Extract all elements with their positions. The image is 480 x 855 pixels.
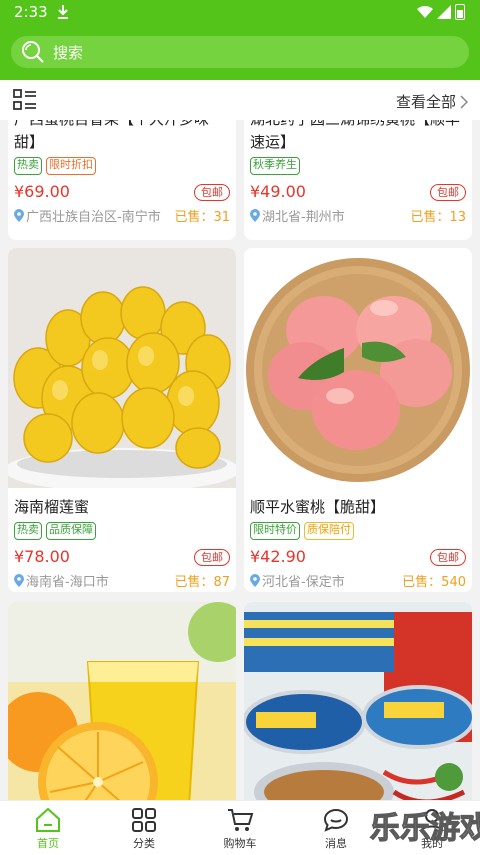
product-price: ¥42.90 bbox=[250, 547, 306, 566]
list-header: 查看全部 bbox=[0, 80, 480, 120]
product-tag: 秋季养生 bbox=[250, 157, 300, 175]
product-title: 湖北药子园三湖锦绣黄桃【顺丰速运】 bbox=[250, 120, 460, 151]
signal-icon bbox=[437, 5, 451, 19]
product-image bbox=[8, 602, 236, 800]
view-all-label: 查看全部 bbox=[395, 93, 456, 111]
svg-text:乐乐游戏: 乐乐游戏 bbox=[370, 811, 480, 846]
product-card[interactable]: 顺平水蜜桃【脆甜】 限时特价 质保陪付 ¥42.90 包邮 河北省-保定市 已售… bbox=[244, 248, 472, 592]
grid-icon bbox=[132, 808, 156, 832]
location-pin-icon bbox=[14, 209, 24, 222]
nav-tab-cart[interactable]: 购物车 bbox=[192, 801, 288, 855]
product-card[interactable] bbox=[244, 602, 472, 800]
free-shipping-badge: 包邮 bbox=[194, 549, 230, 566]
nav-label: 首页 bbox=[37, 837, 59, 850]
product-card[interactable] bbox=[8, 602, 236, 800]
product-price: ¥78.00 bbox=[14, 547, 70, 566]
product-title: 顺平水蜜桃【脆甜】 bbox=[250, 498, 386, 516]
product-sold-count: 已售：13 bbox=[410, 210, 466, 225]
search-input[interactable]: 搜索 bbox=[11, 36, 469, 68]
product-tag: 质保陪付 bbox=[304, 522, 354, 540]
nav-label: 购物车 bbox=[223, 837, 257, 850]
product-image bbox=[244, 602, 472, 800]
product-tag: 限时特价 bbox=[250, 522, 300, 540]
search-icon bbox=[22, 41, 44, 63]
cart-icon bbox=[228, 809, 254, 831]
product-card[interactable]: 广西蜜桃百香果【个大汁多味甜】 热卖 限时折扣 ¥69.00 包邮 广西壮族自治… bbox=[8, 120, 236, 240]
free-shipping-badge: 包邮 bbox=[430, 549, 466, 566]
product-sold-count: 已售：87 bbox=[174, 575, 230, 590]
product-tag: 热卖 bbox=[14, 522, 42, 540]
product-tags: 限时特价 质保陪付 bbox=[244, 522, 472, 540]
location-pin-icon bbox=[250, 209, 260, 222]
product-image bbox=[8, 248, 236, 488]
product-tags: 热卖 限时折扣 bbox=[8, 157, 236, 175]
product-tags: 热卖 品质保障 bbox=[8, 522, 236, 540]
product-price: ¥49.00 bbox=[250, 182, 306, 201]
product-card[interactable]: 湖北药子园三湖锦绣黄桃【顺丰速运】 秋季养生 ¥49.00 包邮 湖北省-荆州市… bbox=[244, 120, 472, 240]
location-pin-icon bbox=[250, 574, 260, 587]
product-sold-count: 已售：540 bbox=[402, 575, 466, 590]
chevron-right-icon bbox=[460, 94, 468, 109]
free-shipping-badge: 包邮 bbox=[430, 184, 466, 201]
location-pin-icon bbox=[14, 574, 24, 587]
battery-icon bbox=[455, 4, 465, 20]
product-tag: 品质保障 bbox=[46, 522, 96, 540]
product-image bbox=[244, 248, 472, 488]
product-tags: 秋季养生 bbox=[244, 157, 472, 175]
nav-label: 消息 bbox=[325, 837, 347, 850]
nav-tab-home[interactable]: 首页 bbox=[0, 801, 96, 855]
watermark-logo: 乐乐游戏 bbox=[366, 804, 480, 855]
product-sold-count: 已售：31 bbox=[174, 210, 230, 225]
status-bar: 2:33 bbox=[0, 0, 480, 26]
message-icon bbox=[323, 808, 349, 832]
wifi-icon bbox=[417, 5, 433, 18]
search-placeholder: 搜索 bbox=[53, 44, 84, 62]
product-card[interactable]: 海南榴莲蜜 热卖 品质保障 ¥78.00 包邮 海南省-海口市 已售：87 bbox=[8, 248, 236, 592]
view-all-link[interactable]: 查看全部 bbox=[396, 91, 468, 112]
home-icon bbox=[36, 807, 60, 832]
search-bar: 搜索 bbox=[0, 26, 480, 80]
product-grid: 广西蜜桃百香果【个大汁多味甜】 热卖 限时折扣 ¥69.00 包邮 广西壮族自治… bbox=[0, 120, 480, 800]
product-tag: 热卖 bbox=[14, 157, 42, 175]
product-title: 广西蜜桃百香果【个大汁多味甜】 bbox=[14, 120, 209, 151]
download-icon bbox=[58, 5, 68, 19]
nav-tab-category[interactable]: 分类 bbox=[96, 801, 192, 855]
nav-label: 分类 bbox=[133, 837, 155, 850]
status-time: 2:33 bbox=[14, 3, 48, 21]
list-view-icon[interactable] bbox=[13, 89, 37, 111]
product-title: 海南榴莲蜜 bbox=[14, 498, 90, 516]
product-tag: 限时折扣 bbox=[46, 157, 96, 175]
free-shipping-badge: 包邮 bbox=[194, 184, 230, 201]
product-price: ¥69.00 bbox=[14, 182, 70, 201]
